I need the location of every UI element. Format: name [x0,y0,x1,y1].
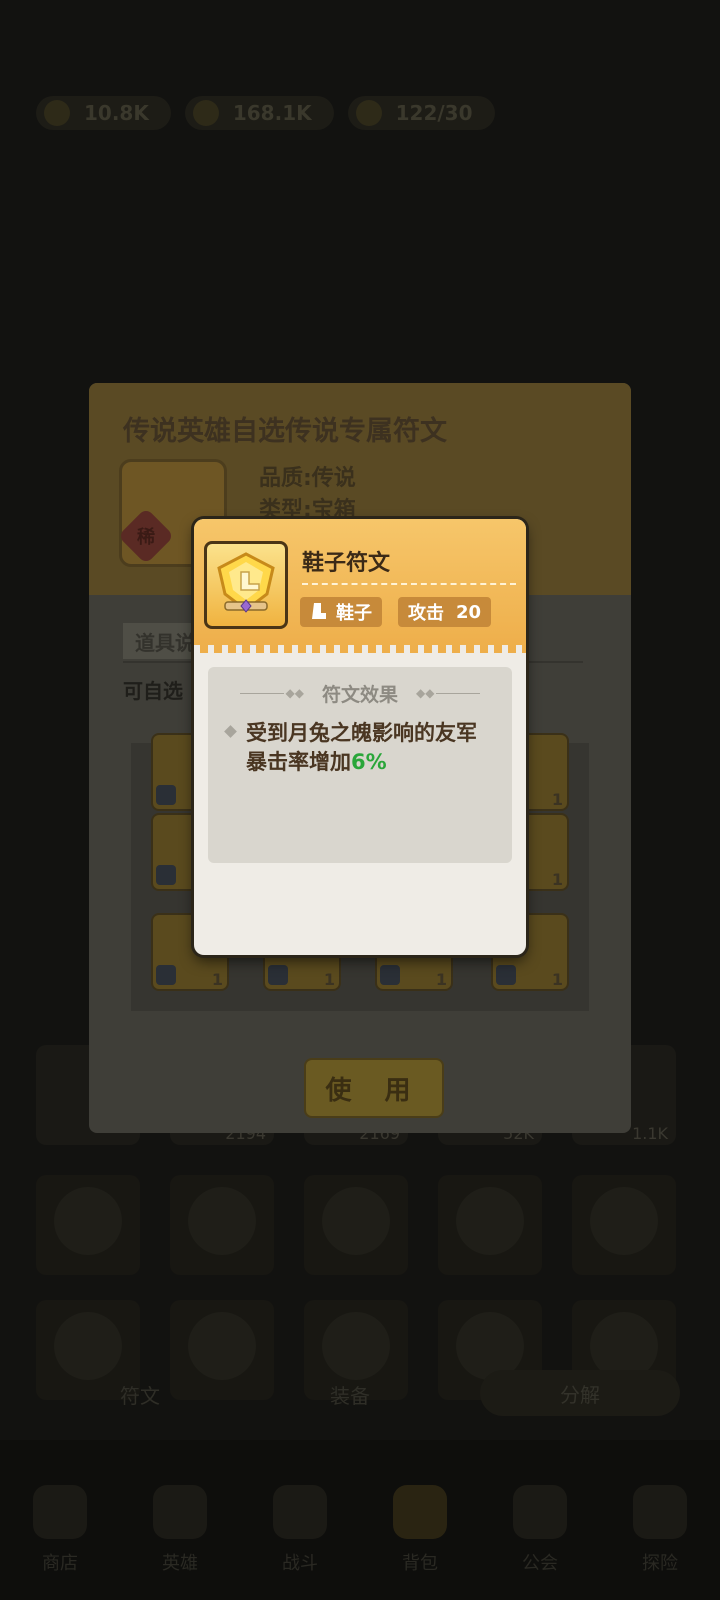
tab-runes: 符文 [120,1384,160,1408]
nav-explore: 探险 [612,1465,708,1575]
nav-battle: 战斗 [252,1465,348,1575]
background-tile [304,1175,408,1275]
nav-guild: 公会 [492,1465,588,1575]
hero-mini-icon [156,785,176,805]
hero-mini-icon [156,965,176,985]
rarity-badge: 稀 [117,507,175,565]
diamond-ornament-icon: ◆◆ [285,686,304,700]
nav-heroes: 英雄 [132,1465,228,1575]
hero-mini-icon [496,965,516,985]
energy-icon [44,100,70,126]
rune-effect-title-row: ◆◆ 符文效果 ◆◆ [208,679,512,707]
tab-equipment: 装备 [330,1384,370,1408]
nav-shop: 商店 [12,1465,108,1575]
nav-bag: 背包 [372,1465,468,1575]
rune-name: 鞋子符文 [302,551,391,576]
shop-icon [33,1485,87,1539]
rune-effect-title: 符文效果 [321,683,398,706]
rune-tooltip: 鞋子符文 鞋子 攻击 20 ◆◆ 符文效果 ◆◆ 受到月兔之魄影响的友军暴击率增… [194,519,526,955]
rune-tooltip-header: 鞋子符文 鞋子 攻击 20 [194,519,526,653]
hero-icon [153,1485,207,1539]
resource-bar: 10.8K 168.1K 122/30 [36,96,495,130]
use-button[interactable]: 使 用 [304,1058,444,1118]
divider [436,692,481,694]
hero-mini-icon [156,865,176,885]
rune-effect-text: 受到月兔之魄影响的友军暴击率增加6% [246,721,477,774]
background-tabs: 符文 装备 分解 [40,1370,680,1416]
resource-gold: 168.1K [184,96,334,130]
select-hint: 可自选 [123,679,183,703]
gold-coin-icon [192,100,219,126]
divider [302,583,516,585]
rune-effect-value: 6% [351,750,387,774]
resource-energy: 10.8K [36,96,171,130]
rune-slot-tag: 鞋子 [300,597,382,627]
background-tile-row [36,1175,676,1275]
boot-rune-icon [204,541,288,629]
chest-title: 传说英雄自选传说专属符文 [123,416,447,447]
diamond-ornament-icon: ◆◆ [416,686,435,700]
background-tile [438,1175,542,1275]
bullet-icon [224,725,237,738]
bag-icon [393,1485,447,1539]
hero-mini-icon [268,965,288,985]
divider [239,692,284,694]
chest-meta: 品质:传说 类型:宝箱 [259,463,356,527]
explore-icon [633,1485,687,1539]
tab-decompose: 分解 [480,1370,680,1416]
bottom-nav: 商店 英雄 战斗 背包 公会 探险 [0,1440,720,1600]
battle-icon [273,1485,327,1539]
boot-icon [312,603,326,619]
background-tile [36,1175,140,1275]
stamina-icon [355,100,382,126]
rune-stat-tag: 攻击 20 [398,597,492,627]
chest-quality: 品质:传说 [259,466,356,491]
guild-icon [513,1485,567,1539]
hero-mini-icon [380,965,400,985]
background-tile [572,1175,676,1275]
background-tile [170,1175,274,1275]
rune-effect-box: ◆◆ 符文效果 ◆◆ 受到月兔之魄影响的友军暴击率增加6% [208,667,512,863]
resource-stamina: 122/30 [347,96,495,130]
